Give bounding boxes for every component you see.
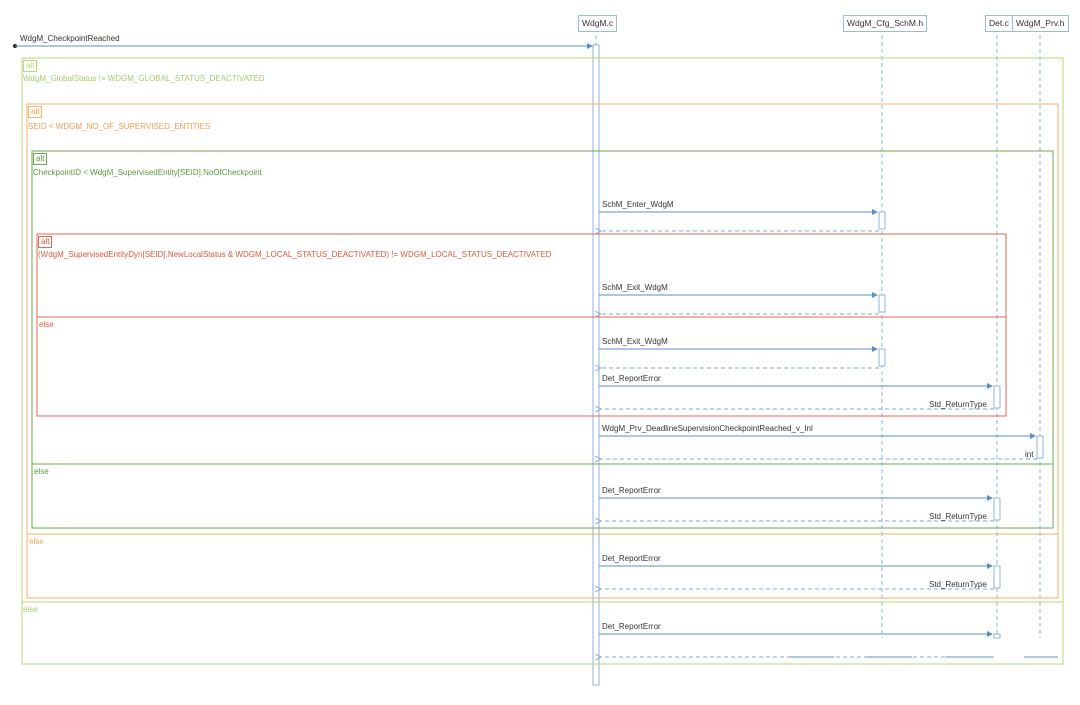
message-label: Det_ReportError (602, 554, 661, 563)
lifeline-header-det-c: Det.c (985, 15, 1013, 32)
frame-2-tag: alt (28, 106, 43, 118)
frame-4-tag: alt (38, 236, 53, 248)
return-label: Std_ReturnType (929, 580, 987, 589)
frame-2-else: else (29, 537, 44, 546)
message-label: Det_ReportError (602, 486, 661, 495)
frame-1-else: else (23, 605, 38, 614)
entry-call-label: WdgM_CheckpointReached (20, 34, 120, 43)
return-label: Std_ReturnType (929, 400, 987, 409)
activation-m5 (1036, 435, 1044, 459)
return-label: Std_ReturnType (929, 512, 987, 521)
message-label: SchM_Enter_WdgM (602, 200, 674, 209)
activation-m6 (993, 497, 1001, 521)
message-label: SchM_Exit_WdgM (602, 337, 668, 346)
activation-m3 (878, 348, 886, 367)
frame-1-condition: WdgM_GlobalStatus != WDGM_GLOBAL_STATUS_… (23, 74, 265, 83)
activation-m1 (878, 211, 886, 230)
return-label: int (1025, 450, 1034, 459)
frame-4-else: else (39, 320, 54, 329)
lifeline-header-wdgm-c: WdgM.c (578, 15, 618, 32)
frame-2-condition: SEID < WDGM_NO_OF_SUPERVISED_ENTITIES (28, 122, 211, 131)
lifeline-header-prv-h: WdgM_Prv.h (1012, 15, 1069, 32)
activation-wdgm-c (592, 44, 600, 686)
activation-m4 (993, 385, 1001, 409)
frame-1-tag: alt (23, 60, 38, 72)
activation-m2 (878, 294, 886, 313)
frame-1 (21, 57, 1064, 665)
activation-m8 (993, 633, 1001, 639)
message-label: Det_ReportError (602, 622, 661, 631)
frame-2 (26, 103, 1059, 599)
frame-3-tag: alt (33, 153, 48, 165)
frame-4-condition: (WdgM_SupervisedEntityDyn[SEID].NewLocal… (38, 250, 552, 259)
sequence-diagram (13, 28, 1064, 686)
frame-3-else: else (34, 467, 49, 476)
frame-3-condition: CheckpointID < WdgM_SupervisedEntity[SEI… (33, 168, 262, 177)
message-label: SchM_Exit_WdgM (602, 283, 668, 292)
activation-m7 (993, 565, 1001, 589)
message-label: Det_ReportError (602, 374, 661, 383)
message-label: WdgM_Prv_DeadlineSupervisionCheckpointRe… (602, 424, 813, 433)
frame-3 (31, 150, 1054, 529)
frame-4 (36, 233, 1007, 417)
lifeline-header-cfg-schm: WdgM_Cfg_SchM.h (843, 15, 928, 32)
